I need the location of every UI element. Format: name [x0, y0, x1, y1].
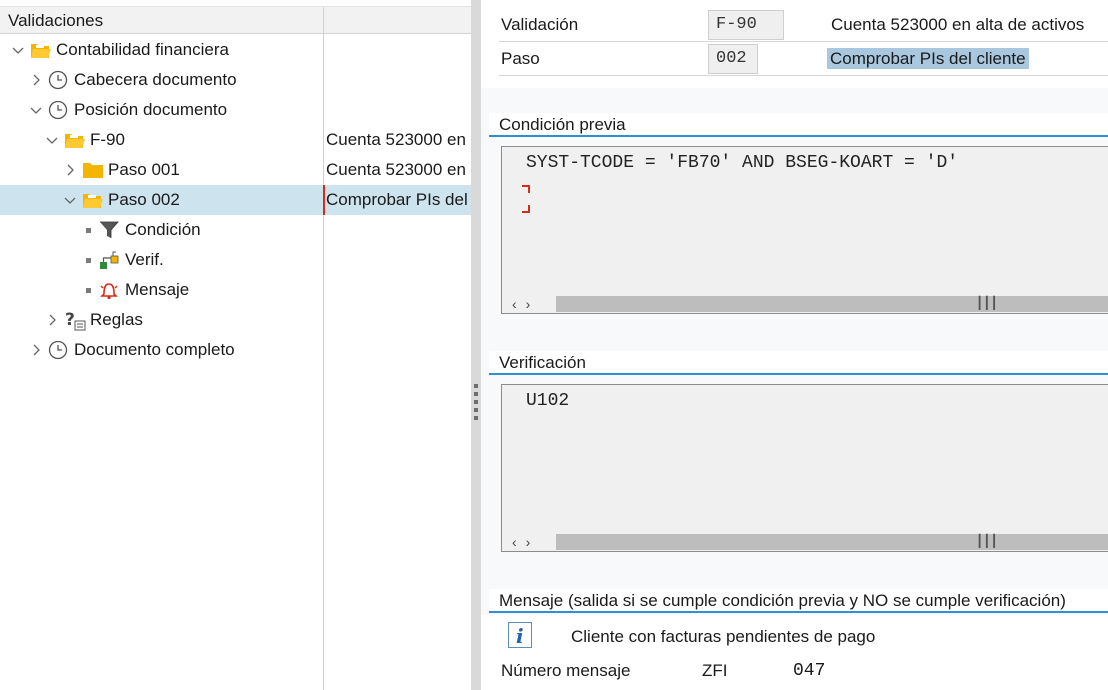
verificacion-section-title: Verificación: [489, 351, 1108, 375]
scroll-right-icon[interactable]: ›: [526, 296, 540, 312]
tree-node-contabilidad[interactable]: Contabilidad financiera: [0, 35, 471, 65]
condicion-section-title: Condición previa: [489, 113, 1108, 137]
verificacion-code: U102: [526, 391, 570, 411]
scroll-arrows[interactable]: ‹›: [512, 295, 539, 313]
info-icon[interactable]: i: [508, 622, 532, 648]
tree-node-description: Comprobar PIs del cliente: [323, 185, 468, 215]
leaf-bullet: [86, 287, 91, 293]
scrollbar-thumb[interactable]: ┃┃┃: [556, 534, 1108, 550]
scroll-arrows[interactable]: ‹›: [512, 533, 539, 551]
splitter-grip[interactable]: [474, 400, 478, 404]
tree-header: Validaciones: [0, 6, 471, 34]
scroll-right-icon[interactable]: ›: [526, 534, 540, 550]
condicion-horizontal-scrollbar[interactable]: ‹› ┃┃┃: [502, 295, 1108, 313]
chevron-right-icon[interactable]: [30, 74, 44, 86]
validacion-description: Cuenta 523000 en alta de activos: [831, 15, 1085, 34]
chevron-right-icon[interactable]: [64, 164, 78, 176]
paso-label: Paso: [501, 49, 540, 68]
scroll-left-icon[interactable]: ‹: [512, 296, 526, 312]
tree-node-label: Documento completo: [74, 340, 235, 359]
condicion-code: SYST-TCODE = 'FB70' AND BSEG-KOART = 'D': [526, 153, 959, 173]
folder-open-icon: [30, 40, 51, 60]
splitter-grip[interactable]: [474, 408, 478, 412]
tree-node-label: Posición documento: [74, 100, 228, 119]
tree-node-posicion[interactable]: Posición documento: [0, 95, 471, 125]
splitter-grip[interactable]: [474, 392, 478, 396]
mensaje-section-title: Mensaje (salida si se cumple condición p…: [489, 589, 1108, 613]
tree-node-label: Paso 002: [108, 190, 180, 209]
tree-node-paso-002[interactable]: Paso 002 Comprobar PIs del cliente: [0, 185, 471, 215]
tree-node-f90[interactable]: F-90 Cuenta 523000 en alta de activos: [0, 125, 471, 155]
text-cursor-bottom: [522, 205, 530, 213]
folder-open-icon: [82, 190, 103, 210]
chevron-right-icon[interactable]: [30, 344, 44, 356]
tree-node-reglas[interactable]: ? Reglas: [0, 305, 471, 335]
chevron-right-icon[interactable]: [46, 314, 60, 326]
tree-node-documento-completo[interactable]: Documento completo: [0, 335, 471, 365]
tree-node-description: Cuenta 523000 en alta de activos: [326, 160, 471, 179]
tree-header-desc-column[interactable]: [324, 7, 471, 34]
verificacion-editor[interactable]: U102 ‹› ┃┃┃: [501, 384, 1108, 552]
tree-node-label: Contabilidad financiera: [56, 40, 229, 59]
hierarchy-check-icon: [99, 250, 119, 270]
header-fields: Validación F-90 Cuenta 523000 en alta de…: [481, 0, 1108, 88]
tree-node-label: Paso 001: [108, 160, 180, 179]
tree-node-label: Mensaje: [125, 280, 190, 299]
row-divider: [499, 75, 1108, 76]
paso-field[interactable]: 002: [708, 44, 758, 74]
validacion-label: Validación: [501, 15, 579, 34]
svg-text:?: ?: [65, 310, 75, 330]
folder-icon: [82, 160, 103, 180]
tree-node-label: Condición: [125, 220, 201, 239]
chevron-down-icon[interactable]: [46, 134, 60, 146]
scrollbar-thumb[interactable]: ┃┃┃: [556, 296, 1108, 312]
tree-node-cabecera[interactable]: Cabecera documento: [0, 65, 471, 95]
validacion-field[interactable]: F-90: [708, 10, 784, 40]
leaf-bullet: [86, 227, 91, 233]
splitter-grip[interactable]: [474, 416, 478, 420]
mensaje-text: Cliente con facturas pendientes de pago: [571, 627, 876, 646]
tree-node-label: F-90: [90, 130, 125, 149]
tree-node-mensaje[interactable]: Mensaje: [0, 275, 471, 305]
chevron-down-icon[interactable]: [12, 44, 26, 56]
clock-icon: [48, 70, 68, 90]
tree-node-label: Verif.: [125, 250, 164, 269]
validation-tree[interactable]: Validaciones Contabilidad financiera Cab…: [0, 0, 471, 690]
leaf-bullet: [86, 257, 91, 263]
bell-alert-icon: [99, 280, 119, 300]
thumb-grip-icon: ┃┃┃: [976, 534, 998, 548]
numero-mensaje-label: Número mensaje: [501, 661, 631, 680]
message-class[interactable]: ZFI: [702, 658, 728, 684]
condicion-editor[interactable]: SYST-TCODE = 'FB70' AND BSEG-KOART = 'D'…: [501, 146, 1108, 314]
clock-icon: [48, 340, 68, 360]
tree-node-verif[interactable]: Verif.: [0, 245, 471, 275]
verificacion-horizontal-scrollbar[interactable]: ‹› ┃┃┃: [502, 533, 1108, 551]
filter-icon: [99, 220, 119, 240]
folder-open-icon: [64, 130, 85, 150]
tree-node-paso-001[interactable]: Paso 001 Cuenta 523000 en alta de activo…: [0, 155, 471, 185]
text-cursor-top: [522, 185, 530, 193]
tree-node-label: Reglas: [90, 310, 143, 329]
rules-question-icon: ?: [64, 310, 86, 331]
paso-description-field[interactable]: Comprobar PIs del cliente: [827, 44, 1029, 74]
scroll-left-icon[interactable]: ‹: [512, 534, 526, 550]
detail-panel: Validación F-90 Cuenta 523000 en alta de…: [481, 0, 1108, 690]
tree-node-label: Cabecera documento: [74, 70, 237, 89]
message-number[interactable]: 047: [793, 658, 825, 684]
row-divider: [499, 41, 1108, 42]
thumb-grip-icon: ┃┃┃: [976, 296, 998, 310]
tree-node-condicion[interactable]: Condición: [0, 215, 471, 245]
panel-splitter[interactable]: [471, 0, 481, 690]
clock-icon: [48, 100, 68, 120]
tree-node-description: Cuenta 523000 en alta de activos: [326, 130, 471, 149]
splitter-grip[interactable]: [474, 384, 478, 388]
paso-description-text: Comprobar PIs del cliente: [827, 48, 1029, 69]
tree-header-title[interactable]: Validaciones: [0, 7, 324, 34]
chevron-down-icon[interactable]: [64, 194, 78, 206]
chevron-down-icon[interactable]: [30, 104, 44, 116]
